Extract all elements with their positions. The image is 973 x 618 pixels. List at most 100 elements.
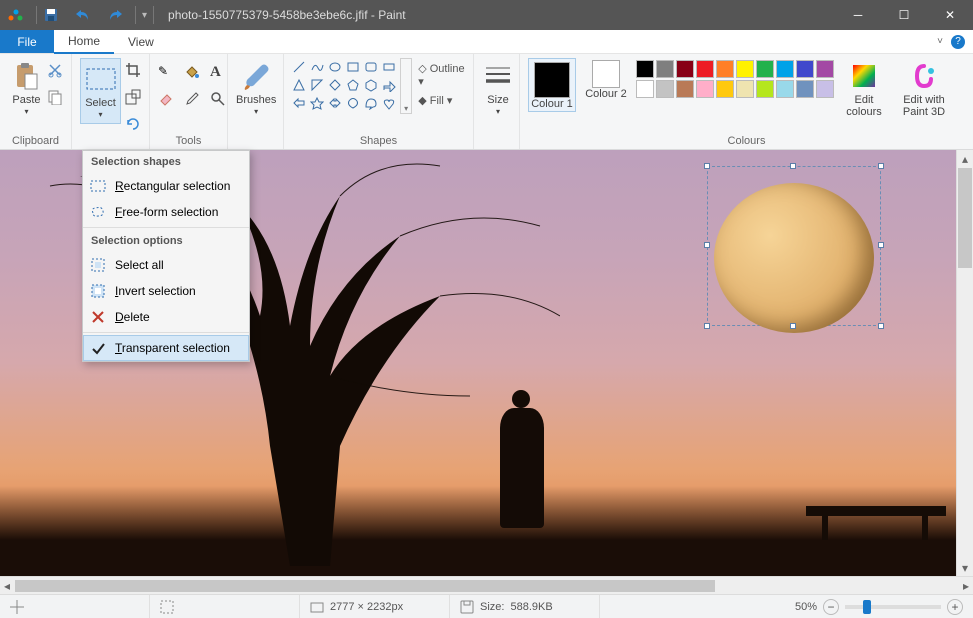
zoom-in-button[interactable]: +	[947, 599, 963, 615]
fill-icon[interactable]	[184, 64, 204, 83]
brushes-button[interactable]: Brushes▾	[236, 58, 276, 118]
close-button[interactable]: ✕	[927, 0, 973, 30]
brush-icon	[240, 60, 272, 92]
tab-strip: File Home View ˅ ?	[0, 30, 973, 54]
invert-selection-icon	[89, 282, 107, 300]
paint-3d-button[interactable]: Edit with Paint 3D	[894, 58, 954, 118]
palette-swatch[interactable]	[676, 60, 694, 78]
palette-swatch[interactable]	[656, 80, 674, 98]
minimize-button[interactable]: ─	[835, 0, 881, 30]
dropdown-header-options: Selection options	[83, 230, 249, 252]
edit-colours-button[interactable]: Edit colours	[840, 58, 888, 118]
menu-delete[interactable]: Delete	[83, 304, 249, 330]
resize-icon[interactable]	[125, 89, 141, 108]
status-dimensions: 2777 × 2232px	[300, 595, 450, 618]
shapes-expand[interactable]: ▾	[400, 58, 412, 114]
palette-swatch[interactable]	[756, 80, 774, 98]
zoom-out-button[interactable]: −	[823, 599, 839, 615]
ribbon-collapse-icon[interactable]: ˅	[937, 36, 943, 47]
status-bar: 2777 × 2232px Size: 588.9KB 50% − +	[0, 594, 973, 618]
palette-swatch[interactable]	[816, 80, 834, 98]
shape-fill-button[interactable]: ◆ Fill ▾	[418, 94, 465, 107]
pencil-icon[interactable]: ✎	[158, 64, 178, 83]
palette-swatch[interactable]	[636, 80, 654, 98]
copy-icon[interactable]	[47, 89, 63, 108]
save-icon[interactable]	[43, 7, 59, 23]
palette-swatch[interactable]	[776, 60, 794, 78]
select-dropdown-menu: Selection shapes Rectangular selection F…	[82, 150, 250, 362]
status-filesize: Size: 588.9KB	[450, 595, 600, 618]
dropdown-header-shapes: Selection shapes	[83, 151, 249, 173]
app-icon	[8, 7, 24, 23]
palette-swatch[interactable]	[696, 80, 714, 98]
menu-select-all[interactable]: Select all	[83, 252, 249, 278]
palette-swatch[interactable]	[736, 80, 754, 98]
palette-swatch[interactable]	[776, 80, 794, 98]
horizontal-scrollbar[interactable]: ◂ ▸	[0, 576, 973, 594]
selection-box[interactable]	[707, 166, 881, 326]
maximize-button[interactable]: ☐	[881, 0, 927, 30]
size-button[interactable]: Size▾	[482, 58, 514, 118]
palette-swatch[interactable]	[676, 80, 694, 98]
help-icon[interactable]: ?	[951, 35, 965, 49]
palette-swatch[interactable]	[656, 60, 674, 78]
colour-2-button[interactable]: Colour 2	[582, 58, 630, 100]
picker-icon[interactable]	[184, 91, 204, 110]
palette-swatch[interactable]	[796, 80, 814, 98]
edit-colours-icon	[848, 60, 880, 92]
group-label-image	[80, 135, 141, 149]
delete-icon	[89, 308, 107, 326]
menu-rectangular-selection[interactable]: Rectangular selection	[83, 173, 249, 199]
quick-access-toolbar	[43, 7, 129, 23]
palette-swatch[interactable]	[696, 60, 714, 78]
title-bar: ▾ photo-1550775379-5458be3ebe6c.jfif - P…	[0, 0, 973, 30]
group-label-colours: Colours	[528, 133, 965, 147]
undo-icon[interactable]	[75, 7, 91, 23]
palette-swatch[interactable]	[816, 60, 834, 78]
ribbon: Paste▾ Clipboard Select▾ ✎	[0, 54, 973, 150]
canvas-image-bench	[806, 506, 946, 516]
select-all-icon	[89, 256, 107, 274]
palette-swatch[interactable]	[716, 80, 734, 98]
menu-freeform-selection[interactable]: Free-form selection	[83, 199, 249, 225]
size-icon	[482, 60, 514, 92]
colour-1-button[interactable]: Colour 1	[528, 58, 576, 112]
group-label-shapes: Shapes	[292, 133, 465, 147]
paste-icon	[11, 60, 43, 92]
group-label-tools: Tools	[158, 133, 219, 147]
paste-button[interactable]: Paste▾	[8, 58, 45, 118]
home-tab[interactable]: Home	[54, 30, 114, 54]
palette-swatch[interactable]	[736, 60, 754, 78]
palette-swatch[interactable]	[756, 60, 774, 78]
group-label-clipboard: Clipboard	[8, 133, 63, 147]
eraser-icon[interactable]	[158, 91, 178, 110]
window-title: photo-1550775379-5458be3ebe6c.jfif - Pai…	[168, 8, 406, 22]
menu-invert-selection[interactable]: Invert selection	[83, 278, 249, 304]
palette-swatch[interactable]	[636, 60, 654, 78]
crop-icon[interactable]	[125, 62, 141, 81]
select-icon	[85, 63, 117, 95]
colour-palette[interactable]	[636, 58, 834, 98]
status-selection-size	[150, 595, 300, 618]
zoom-slider[interactable]	[845, 605, 941, 609]
file-tab[interactable]: File	[0, 30, 54, 53]
shape-outline-button[interactable]: ◇ Outline ▾	[418, 62, 465, 88]
zoom-control: 50% − +	[785, 599, 973, 615]
paint-3d-icon	[908, 60, 940, 92]
vertical-scrollbar[interactable]: ▴▾	[956, 150, 973, 576]
rectangular-selection-icon	[89, 177, 107, 195]
zoom-icon[interactable]	[210, 91, 230, 110]
rotate-icon[interactable]	[125, 116, 141, 135]
checkmark-icon	[89, 339, 107, 357]
freeform-selection-icon	[89, 203, 107, 221]
shapes-gallery[interactable]	[292, 58, 396, 110]
view-tab[interactable]: View	[114, 30, 168, 53]
workspace: ▴▾ Selection shapes Rectangular selectio…	[0, 150, 973, 576]
palette-swatch[interactable]	[716, 60, 734, 78]
select-button[interactable]: Select▾	[80, 58, 121, 124]
palette-swatch[interactable]	[796, 60, 814, 78]
text-icon[interactable]: A	[210, 64, 230, 83]
redo-icon[interactable]	[107, 7, 123, 23]
menu-transparent-selection[interactable]: Transparent selection	[83, 335, 249, 361]
cut-icon[interactable]	[47, 62, 63, 81]
